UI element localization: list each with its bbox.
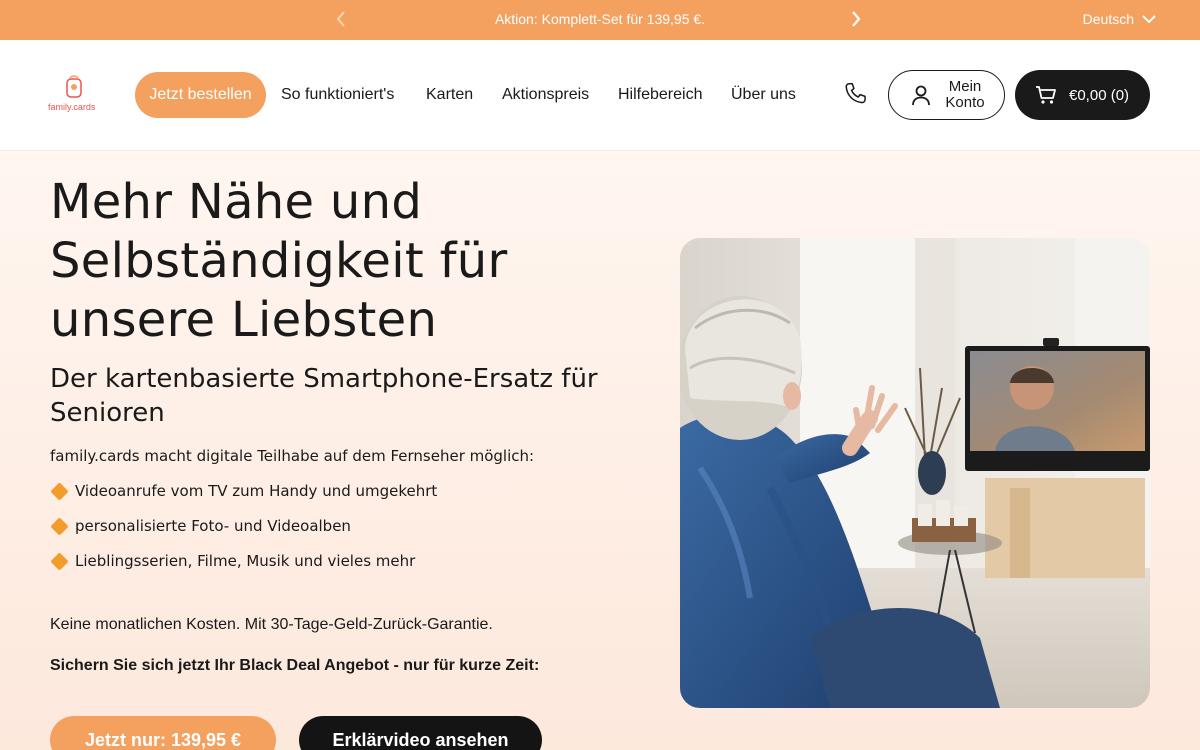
list-item: Videoanrufe vom TV zum Handy und umgekeh… [50,481,438,501]
promo-text: Aktion: Komplett-Set für 139,95 €. [494,11,706,27]
nav-cards[interactable]: Karten [426,86,473,104]
chevron-down-icon [1142,15,1156,24]
list-item: personalisierte Foto- und Videoalben [50,516,351,536]
cart-button[interactable]: €0,00 (0) [1015,70,1150,120]
video-button[interactable]: Erklärvideo ansehen [299,716,542,750]
bullet-text: Videoanrufe vom TV zum Handy und umgekeh… [75,482,438,500]
nav-about[interactable]: Über uns [731,86,796,104]
no-costs-note: Keine monatlichen Kosten. Mit 30-Tage-Ge… [50,616,493,633]
language-label: Deutsch [1082,11,1134,27]
cart-total: €0,00 (0) [1069,86,1130,104]
bullet-text: Lieblingsserien, Filme, Musik und vieles… [75,552,416,570]
site-header: family.cards Jetzt bestellen So funktion… [0,40,1200,151]
nav-how-it-works[interactable]: So funktioniert's [281,86,394,104]
bullet-text: personalisierte Foto- und Videoalben [75,517,351,535]
logo-text: family.cards [48,102,96,112]
account-button[interactable]: Mein Konto [888,70,1005,120]
hero-photo [680,238,1150,708]
diamond-bullet-icon [50,516,69,536]
list-item: Lieblingsserien, Filme, Musik und vieles… [50,551,416,571]
cart-icon [1036,86,1056,104]
account-label: Mein Konto [945,78,985,111]
user-icon [912,85,930,106]
logo-icon [66,75,82,98]
order-button[interactable]: Jetzt bestellen [135,72,266,118]
chevron-right-icon[interactable] [849,8,863,35]
announcement-bar: Aktion: Komplett-Set für 139,95 €. Deuts… [0,0,1200,40]
hero-intro: family.cards macht digitale Teilhabe auf… [50,447,535,465]
diamond-bullet-icon [50,551,69,571]
nav-help[interactable]: Hilfebereich [618,86,702,104]
deal-note: Sichern Sie sich jetzt Ihr Black Deal An… [50,657,540,674]
hero-section: Mehr Nähe und Selbständigkeit für unsere… [0,151,1200,750]
phone-icon[interactable] [842,81,868,111]
diamond-bullet-icon [50,481,69,501]
language-selector[interactable]: Deutsch [1083,11,1156,27]
hero-headline: Mehr Nähe und Selbständigkeit für unsere… [50,174,508,348]
nav-promo-price[interactable]: Aktionspreis [502,86,589,104]
hero-subheadline: Der kartenbasierte Smartphone-Ersatz für… [50,364,598,428]
price-button[interactable]: Jetzt nur: 139,95 € [50,716,276,750]
logo[interactable]: family.cards [48,74,100,114]
